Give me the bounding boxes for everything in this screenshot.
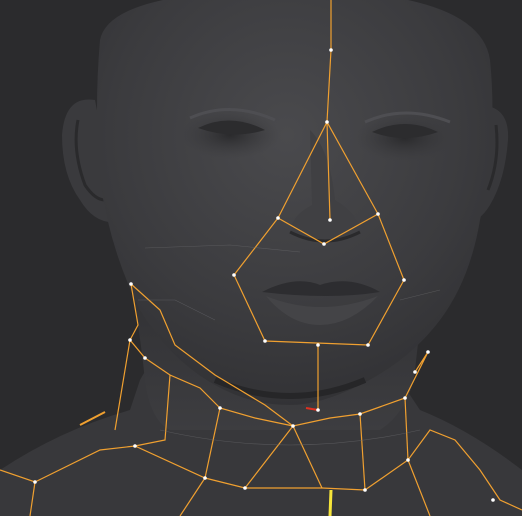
sculpt-viewport[interactable] [0, 0, 522, 516]
viewport-canvas[interactable] [0, 0, 522, 516]
left-eye-socket [180, 111, 280, 159]
selected-edge[interactable] [328, 489, 333, 516]
